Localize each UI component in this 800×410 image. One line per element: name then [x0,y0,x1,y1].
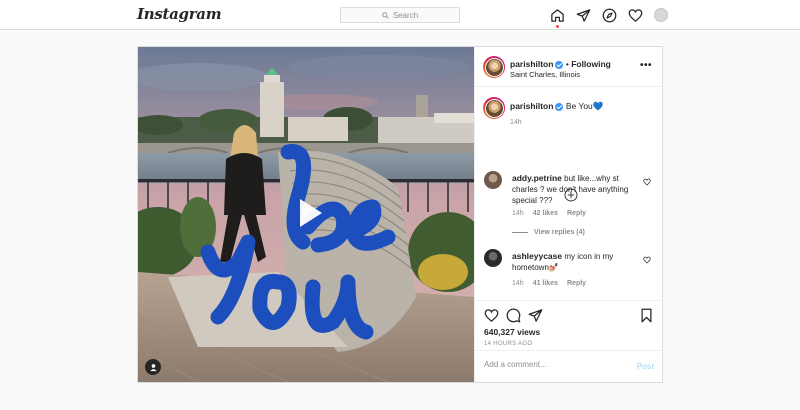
replies-divider [512,232,528,233]
post-header: parishilton • Following Saint Charles, I… [475,47,662,87]
comment-bubble-icon[interactable] [506,308,521,323]
comment-like-heart-icon[interactable] [643,256,651,264]
profile-avatar[interactable] [653,7,669,23]
share-direct-icon[interactable] [528,308,543,323]
comment-time[interactable]: 14h [512,280,524,287]
nav-icons [549,7,669,28]
caption-author-avatar[interactable] [483,97,505,119]
author-avatar[interactable] [483,56,505,78]
following-button[interactable]: Following [571,59,611,69]
caption-text: parishilton Be You💙 [510,101,603,112]
profile-avatar-image [654,8,668,22]
comment-text: addy.petrine but like...why st charles ?… [512,173,638,206]
post-timestamp: 14 HOURS AGO [484,341,533,347]
commenter-avatar[interactable] [484,171,502,189]
explore-compass-icon[interactable] [601,7,617,23]
comment-meta: 14h 42 likes Reply [512,210,586,217]
search-placeholder: Search [392,10,419,20]
add-comment-input[interactable] [484,360,624,369]
author-username[interactable]: parishilton [510,59,553,69]
comment-likes[interactable]: 42 likes [533,210,558,217]
post-side-panel: parishilton • Following Saint Charles, I… [474,47,663,382]
like-heart-icon[interactable] [484,308,499,323]
verified-badge-icon [555,60,564,69]
activity-heart-icon[interactable] [627,7,643,23]
direct-message-icon[interactable] [575,7,591,23]
commenter-avatar[interactable] [484,249,502,267]
view-replies[interactable]: View replies (4) [512,229,585,236]
post-author-line: parishilton • Following [510,59,611,69]
post-card: parishilton • Following Saint Charles, I… [137,46,663,383]
comment-text: ashleyycase my icon in my hometown💅🏼 [512,251,624,273]
top-nav-bar: Instagram Search [0,0,800,30]
comment-meta: 14h 41 likes Reply [512,280,586,287]
caption-body: Be You [565,101,593,111]
post-actions: 640,327 views 14 HOURS AGO [475,300,663,350]
post-video[interactable] [138,47,474,382]
more-options-icon[interactable]: ••• [640,60,652,71]
caption-verified-badge-icon [555,102,564,111]
comment-like-heart-icon[interactable] [643,178,651,186]
instagram-logo[interactable]: Instagram [137,5,222,23]
header-separator: • [565,59,569,69]
tagged-user-icon[interactable] [145,359,161,375]
post-comment-button[interactable]: Post [637,362,654,371]
comment-reply-button[interactable]: Reply [567,280,586,287]
home-active-dot [556,25,559,28]
add-comment-bar: Post [475,350,663,382]
caption-username[interactable]: parishilton [510,101,553,111]
save-bookmark-icon[interactable] [639,308,654,323]
comment-reply-button[interactable]: Reply [567,210,586,217]
comment-time[interactable]: 14h [512,210,524,217]
view-count[interactable]: 640,327 views [484,327,540,337]
search-box[interactable]: Search [340,7,460,23]
nail-polish-emoji: 💅🏼 [548,263,559,272]
play-button-icon[interactable] [288,193,328,233]
commenter-username[interactable]: ashleyycase [512,251,562,261]
caption-time[interactable]: 14h [510,119,522,126]
home-icon[interactable] [549,7,565,28]
view-replies-label[interactable]: View replies (4) [534,229,585,236]
post-location[interactable]: Saint Charles, Illinois [510,70,580,79]
blue-heart-emoji: 💙 [592,101,604,111]
comment-likes[interactable]: 41 likes [533,280,558,287]
commenter-username[interactable]: addy.petrine [512,173,562,183]
search-icon [382,11,389,19]
